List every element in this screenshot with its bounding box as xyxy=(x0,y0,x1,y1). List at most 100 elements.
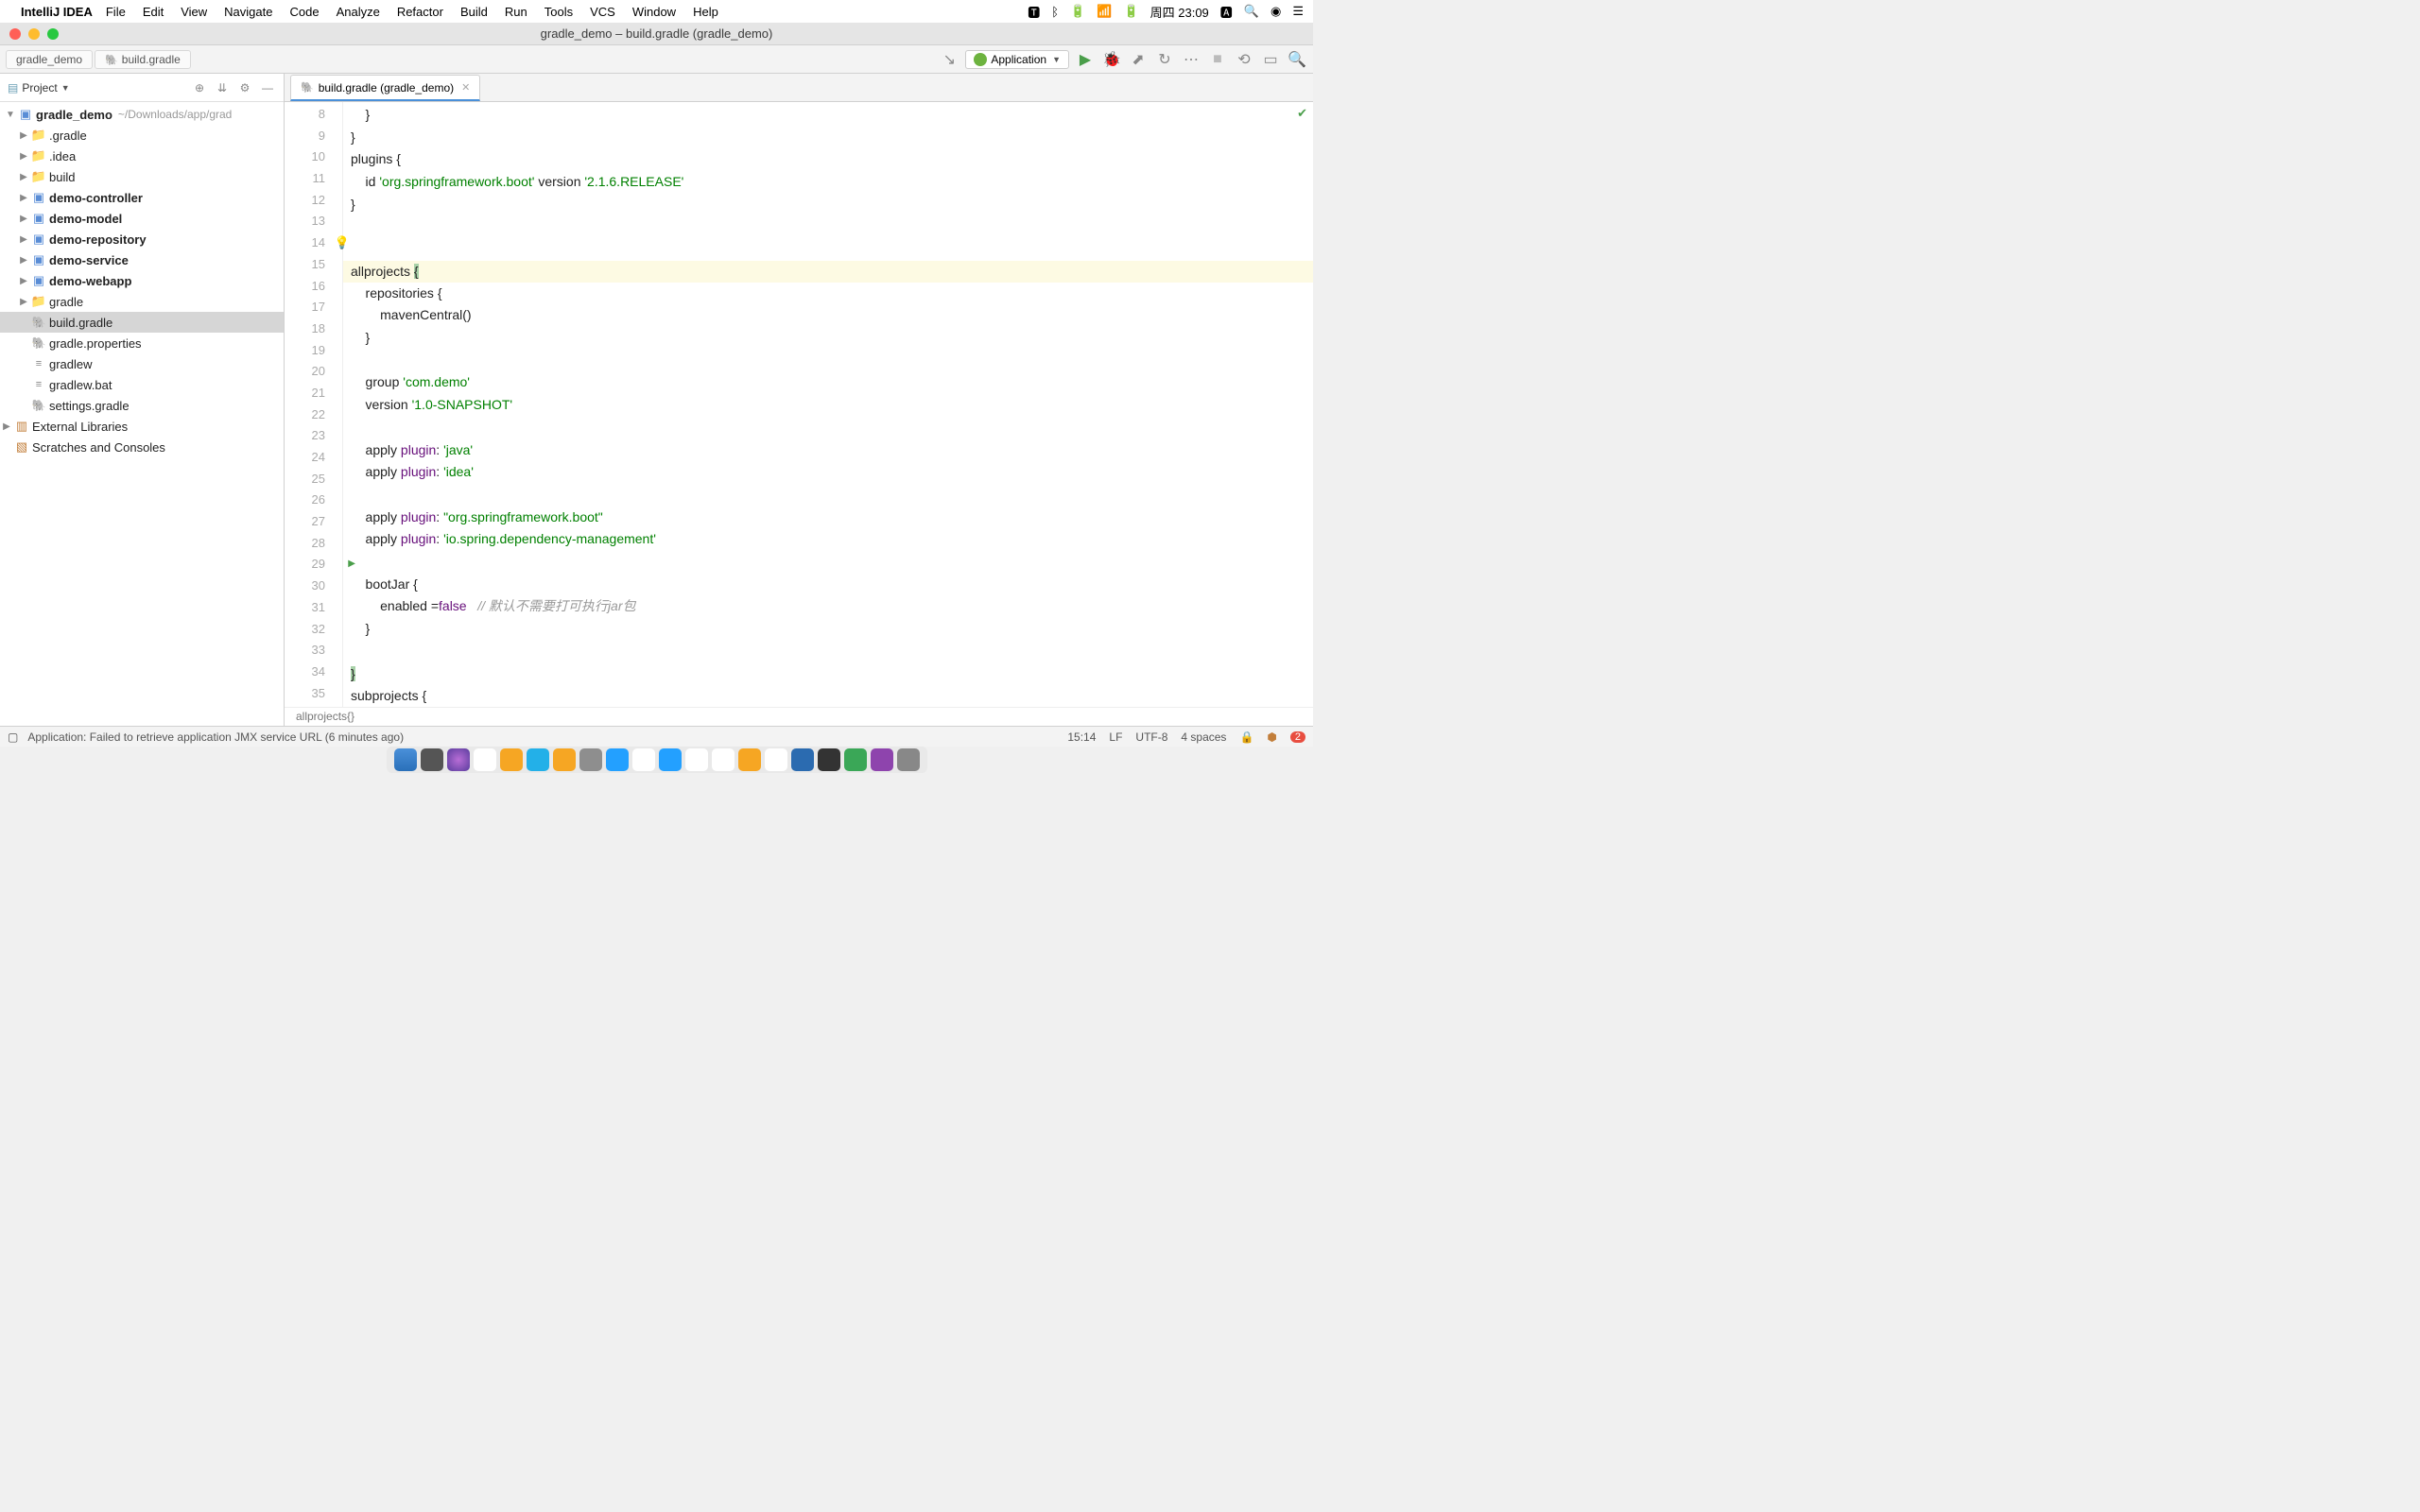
inspection-ok-icon[interactable]: ✔ xyxy=(1297,106,1307,121)
expand-arrow-icon[interactable]: ▶ xyxy=(17,151,30,162)
run-configuration-select[interactable]: Application ▼ xyxy=(965,50,1069,69)
dock-chrome[interactable] xyxy=(712,748,735,771)
project-tree[interactable]: ▼ ▣ gradle_demo ~/Downloads/app/grad ▶📁.… xyxy=(0,102,284,726)
control-center-icon[interactable]: ☰ xyxy=(1292,4,1304,19)
bluetooth-icon[interactable]: ᛒ xyxy=(1051,5,1059,19)
dock-app5[interactable] xyxy=(844,748,867,771)
expand-arrow-icon[interactable]: ▶ xyxy=(17,276,30,286)
run-with-coverage-button[interactable]: ⬈ xyxy=(1128,49,1149,70)
line-separator[interactable]: LF xyxy=(1109,730,1122,744)
menu-view[interactable]: View xyxy=(181,5,207,19)
tree-item[interactable]: ≡gradlew.bat xyxy=(0,374,284,395)
input-source-icon[interactable]: 🅰 xyxy=(1220,3,1233,21)
dock-photos[interactable] xyxy=(474,748,496,771)
layout-button[interactable]: ▭ xyxy=(1260,49,1281,70)
tree-item[interactable]: ▶▣demo-controller xyxy=(0,187,284,208)
tool-window-quick-access-icon[interactable]: ▢ xyxy=(8,730,18,744)
tree-item[interactable]: 🐘build.gradle xyxy=(0,312,284,333)
update-button[interactable]: ⟲ xyxy=(1234,49,1254,70)
tree-item[interactable]: 🐘settings.gradle xyxy=(0,395,284,416)
dock-keynote[interactable] xyxy=(500,748,523,771)
tree-item[interactable]: 🐘gradle.properties xyxy=(0,333,284,353)
profile-button[interactable]: ↻ xyxy=(1154,49,1175,70)
close-tab-icon[interactable]: ✕ xyxy=(461,81,470,94)
menu-tools[interactable]: Tools xyxy=(544,5,573,19)
code-area[interactable]: } } plugins { id 'org.springframework.bo… xyxy=(343,102,1313,707)
expand-arrow-icon[interactable]: ▶ xyxy=(17,234,30,245)
tree-item[interactable]: ▶▣demo-model xyxy=(0,208,284,229)
menu-edit[interactable]: Edit xyxy=(143,5,164,19)
expand-arrow-icon[interactable]: ▶ xyxy=(17,193,30,203)
run-button[interactable]: ▶ xyxy=(1075,49,1096,70)
dock-app2[interactable] xyxy=(632,748,655,771)
expand-arrow-icon[interactable]: ▶ xyxy=(17,297,30,307)
battery-icon[interactable]: 🔋 xyxy=(1070,4,1085,19)
breadcrumb-file[interactable]: 🐘build.gradle xyxy=(95,50,191,69)
tree-root[interactable]: ▼ ▣ gradle_demo ~/Downloads/app/grad xyxy=(0,104,284,125)
tree-item[interactable]: ▶▣demo-webapp xyxy=(0,270,284,291)
dock-trash[interactable] xyxy=(897,748,920,771)
stop-button[interactable]: ■ xyxy=(1207,49,1228,70)
caret-position[interactable]: 15:14 xyxy=(1067,730,1096,744)
tree-item[interactable]: ▶▣demo-service xyxy=(0,249,284,270)
spotlight-icon[interactable]: 🔍 xyxy=(1244,4,1259,19)
project-view-title[interactable]: Project xyxy=(22,81,57,94)
close-window-button[interactable] xyxy=(9,28,21,40)
menu-help[interactable]: Help xyxy=(693,5,718,19)
settings-gear-icon[interactable]: ⚙ xyxy=(236,79,253,96)
menu-navigate[interactable]: Navigate xyxy=(224,5,272,19)
expand-arrow-icon[interactable]: ▼ xyxy=(4,110,17,120)
minimize-window-button[interactable] xyxy=(28,28,40,40)
menu-run[interactable]: Run xyxy=(505,5,527,19)
app-name[interactable]: IntelliJ IDEA xyxy=(21,5,93,19)
siri-icon[interactable]: ◉ xyxy=(1270,4,1281,19)
status-t-icon[interactable]: 🆃 xyxy=(1028,3,1040,21)
menu-analyze[interactable]: Analyze xyxy=(337,5,380,19)
menu-file[interactable]: File xyxy=(106,5,126,19)
dock-numbers[interactable] xyxy=(527,748,549,771)
tree-external-libraries[interactable]: ▶ ▥ External Libraries xyxy=(0,416,284,437)
expand-arrow-icon[interactable]: ▶ xyxy=(17,214,30,224)
intellij-indicator-icon[interactable]: ⬢ xyxy=(1267,730,1276,744)
dock-app6[interactable] xyxy=(871,748,893,771)
expand-arrow-icon[interactable]: ▶ xyxy=(17,130,30,141)
editor-gutter[interactable]: 891011121314💡151617181920212223242526272… xyxy=(285,102,343,707)
dock-appstore[interactable] xyxy=(606,748,629,771)
dock-intellij[interactable] xyxy=(791,748,814,771)
dock-safari[interactable] xyxy=(659,748,682,771)
tree-scratches[interactable]: ▧ Scratches and Consoles xyxy=(0,437,284,457)
tree-item[interactable]: ▶📁build xyxy=(0,166,284,187)
dock-books[interactable] xyxy=(553,748,576,771)
menu-code[interactable]: Code xyxy=(289,5,319,19)
readonly-lock-icon[interactable]: 🔒 xyxy=(1239,730,1253,744)
attach-button[interactable]: ⋯ xyxy=(1181,49,1201,70)
expand-arrow-icon[interactable]: ▶ xyxy=(17,172,30,182)
clock[interactable]: 周四 23:09 xyxy=(1150,3,1209,21)
status-message[interactable]: Application: Failed to retrieve applicat… xyxy=(27,730,404,744)
breadcrumb-root[interactable]: gradle_demo xyxy=(6,50,93,69)
hide-button[interactable]: — xyxy=(259,79,276,96)
debug-button[interactable]: 🐞 xyxy=(1101,49,1122,70)
tree-item[interactable]: ▶📁gradle xyxy=(0,291,284,312)
dock-siri[interactable] xyxy=(447,748,470,771)
search-everywhere-button[interactable]: 🔍 xyxy=(1287,49,1307,70)
locate-button[interactable]: ⊕ xyxy=(191,79,208,96)
collapse-all-button[interactable]: ⇊ xyxy=(214,79,231,96)
tree-item[interactable]: ≡gradlew xyxy=(0,353,284,374)
chevron-down-icon[interactable]: ▼ xyxy=(61,83,70,93)
menu-build[interactable]: Build xyxy=(460,5,488,19)
dock-app3[interactable] xyxy=(738,748,761,771)
editor-breadcrumb[interactable]: allprojects{} xyxy=(285,707,1313,726)
error-count-badge[interactable]: 2 xyxy=(1290,731,1305,743)
file-encoding[interactable]: UTF-8 xyxy=(1135,730,1167,744)
tree-item[interactable]: ▶📁.idea xyxy=(0,146,284,166)
wifi-icon[interactable]: 📶 xyxy=(1097,4,1112,19)
tree-item[interactable]: ▶▣demo-repository xyxy=(0,229,284,249)
dock-app4[interactable] xyxy=(765,748,787,771)
menu-refactor[interactable]: Refactor xyxy=(397,5,443,19)
editor-tab-active[interactable]: 🐘 build.gradle (gradle_demo) ✕ xyxy=(290,75,480,101)
zoom-window-button[interactable] xyxy=(47,28,59,40)
tree-item[interactable]: ▶📁.gradle xyxy=(0,125,284,146)
menu-vcs[interactable]: VCS xyxy=(590,5,615,19)
intention-bulb-icon[interactable]: 💡 xyxy=(335,232,350,254)
